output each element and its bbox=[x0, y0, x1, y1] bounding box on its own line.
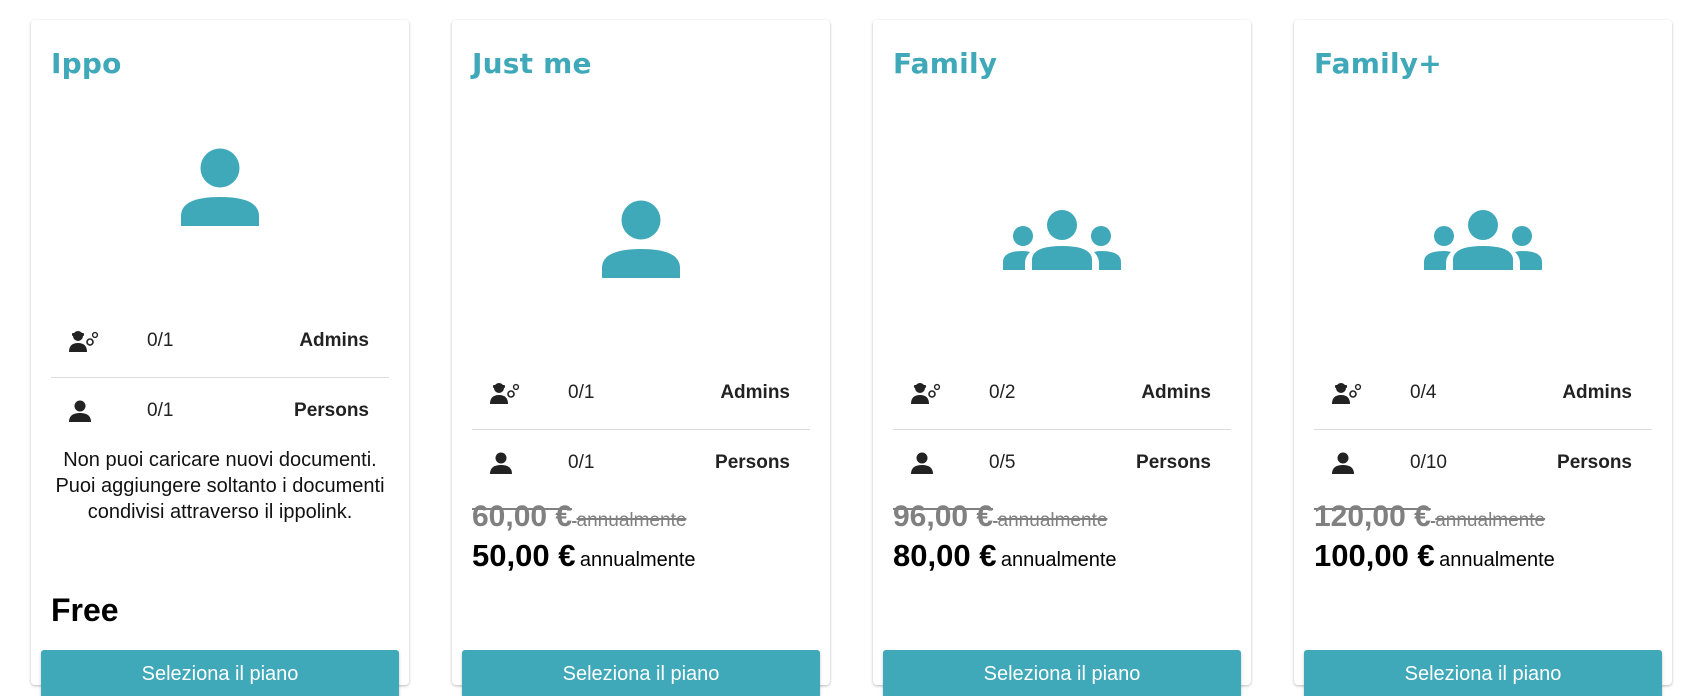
new-price: 80,00 € annualmente bbox=[893, 538, 1117, 574]
person-icon bbox=[31, 148, 409, 233]
plan-title: Family+ bbox=[1314, 47, 1442, 80]
admin-gear-icon bbox=[51, 330, 147, 352]
plans-container: Ippo 0/1 Admins 0/1 Persons Non puoi car… bbox=[0, 0, 1697, 696]
plan-title: Family bbox=[893, 47, 998, 80]
admins-count: 0/1 bbox=[568, 382, 595, 403]
admins-label: Admins bbox=[1141, 382, 1211, 403]
old-price: 96,00 € annualmente bbox=[893, 500, 1107, 534]
admins-label: Admins bbox=[720, 382, 790, 403]
persons-count: 0/5 bbox=[989, 452, 1016, 473]
select-plan-button[interactable]: Seleziona il piano bbox=[41, 650, 399, 696]
old-price-period: annualmente bbox=[576, 510, 687, 531]
group-icon bbox=[1294, 210, 1672, 275]
admins-label: Admins bbox=[1562, 382, 1632, 403]
plan-card-family-plus: Family+ 0/4 Admins 0/10 Persons 120,00 €… bbox=[1294, 20, 1672, 696]
persons-label: Persons bbox=[294, 400, 369, 421]
persons-row: 0/10 Persons bbox=[1314, 428, 1652, 498]
old-price: 120,00 € annualmente bbox=[1314, 500, 1545, 534]
persons-count: 0/1 bbox=[568, 452, 595, 473]
old-price-amount: 120,00 € bbox=[1314, 500, 1431, 533]
admins-count: 0/1 bbox=[147, 330, 174, 351]
select-plan-button[interactable]: Seleziona il piano bbox=[462, 650, 820, 696]
admin-gear-icon bbox=[472, 382, 568, 404]
persons-row: 0/5 Persons bbox=[893, 428, 1231, 498]
old-price-period: annualmente bbox=[1435, 510, 1546, 531]
admins-row: 0/1 Admins bbox=[51, 306, 389, 376]
admins-row: 0/4 Admins bbox=[1314, 358, 1652, 428]
price-free: Free bbox=[51, 592, 119, 628]
plan-card-just-me: Just me 0/1 Admins 0/1 Persons 60,00 € a… bbox=[452, 20, 830, 696]
persons-label: Persons bbox=[1136, 452, 1211, 473]
group-icon bbox=[873, 210, 1251, 275]
person-icon bbox=[452, 200, 830, 285]
persons-label: Persons bbox=[1557, 452, 1632, 473]
admins-count: 0/4 bbox=[1410, 382, 1437, 403]
admins-row: 0/2 Admins bbox=[893, 358, 1231, 428]
persons-count: 0/10 bbox=[1410, 452, 1447, 473]
new-price-amount: 50,00 € bbox=[472, 538, 576, 573]
plan-title: Just me bbox=[472, 47, 592, 80]
old-price: 60,00 € annualmente bbox=[472, 500, 686, 534]
new-price-period: annualmente bbox=[1000, 549, 1117, 571]
plan-card-ippo: Ippo 0/1 Admins 0/1 Persons Non puoi car… bbox=[31, 20, 409, 696]
old-price-amount: 60,00 € bbox=[472, 500, 573, 533]
plan-note: Non puoi caricare nuovi documenti. Puoi … bbox=[55, 449, 385, 523]
person-small-icon bbox=[893, 452, 989, 474]
admin-gear-icon bbox=[1314, 382, 1410, 404]
person-small-icon bbox=[472, 452, 568, 474]
new-price: 100,00 € annualmente bbox=[1314, 538, 1555, 574]
persons-row: 0/1 Persons bbox=[51, 376, 389, 446]
person-small-icon bbox=[1314, 452, 1410, 474]
select-plan-button[interactable]: Seleziona il piano bbox=[883, 650, 1241, 696]
admins-row: 0/1 Admins bbox=[472, 358, 810, 428]
new-price-period: annualmente bbox=[579, 549, 696, 571]
admins-count: 0/2 bbox=[989, 382, 1016, 403]
admins-label: Admins bbox=[299, 330, 369, 351]
persons-count: 0/1 bbox=[147, 400, 174, 421]
persons-row: 0/1 Persons bbox=[472, 428, 810, 498]
plan-title: Ippo bbox=[51, 47, 122, 80]
new-price-amount: 80,00 € bbox=[893, 538, 997, 573]
old-price-period: annualmente bbox=[997, 510, 1108, 531]
new-price: 50,00 € annualmente bbox=[472, 538, 696, 574]
new-price-period: annualmente bbox=[1439, 549, 1555, 571]
plan-card-family: Family 0/2 Admins 0/5 Persons 96,00 € an… bbox=[873, 20, 1251, 696]
admin-gear-icon bbox=[893, 382, 989, 404]
person-small-icon bbox=[51, 400, 147, 422]
select-plan-button[interactable]: Seleziona il piano bbox=[1304, 650, 1662, 696]
new-price-amount: 100,00 € bbox=[1314, 538, 1435, 573]
persons-label: Persons bbox=[715, 452, 790, 473]
old-price-amount: 96,00 € bbox=[893, 500, 994, 533]
